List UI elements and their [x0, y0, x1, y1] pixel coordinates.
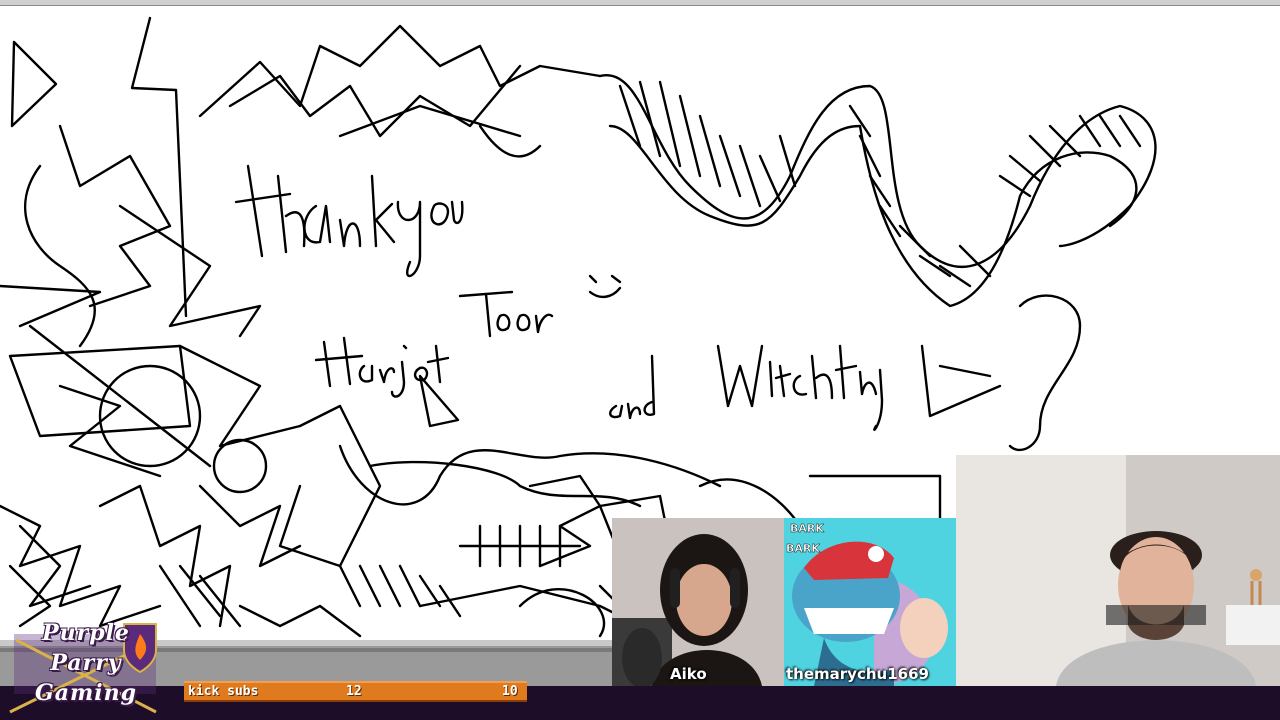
logo-line-3: Gaming: [34, 680, 138, 706]
kick-subs-current: 12: [346, 684, 362, 699]
svg-text:BARK: BARK: [790, 522, 824, 535]
webcam-themarychu: BARK BARK themarychu1669: [784, 518, 956, 686]
webcam-feed-image: [956, 455, 1280, 686]
kick-subs-goal: 10: [502, 684, 518, 699]
webcam-feed-image: [612, 518, 784, 686]
webcam-name-aiko: Aiko: [670, 665, 707, 683]
webcam-name-themarychu: themarychu1669: [786, 665, 929, 683]
kick-subs-goal-bar: kick subs 12 10: [184, 681, 527, 702]
avatar-illustration: BARK BARK: [784, 518, 956, 686]
logo-line-2: Parry: [50, 650, 122, 676]
logo-line-1: Purple: [42, 620, 130, 646]
kick-subs-label: kick subs: [188, 684, 259, 699]
webcam-aiko: Aiko: [612, 518, 784, 686]
channel-logo: Purple Parry Gaming: [6, 620, 166, 718]
svg-text:BARK: BARK: [786, 542, 820, 555]
webcam-host: [956, 455, 1280, 686]
